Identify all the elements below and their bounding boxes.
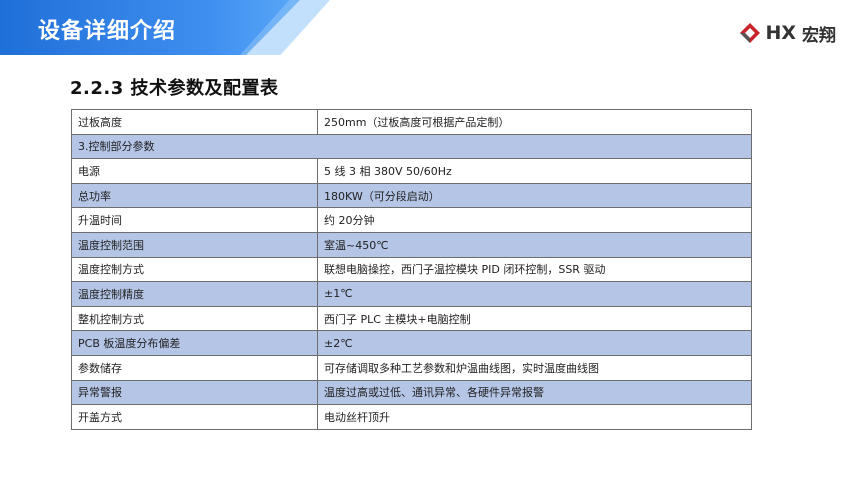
param-label-cell: 温度控制方式 (71, 256, 318, 283)
param-label-cell: 参数储存 (71, 354, 318, 381)
param-label-cell: 升温时间 (71, 207, 318, 233)
param-value-cell: 5 线 3 相 380V 50/60Hz (317, 158, 752, 184)
param-value-cell: 温度过高或过低、通讯异常、各硬件异常报警 (317, 379, 752, 406)
param-value-cell: 250mm（过板高度可根据产品定制） (317, 109, 752, 135)
section-title: 2.2.3 技术参数及配置表 (70, 78, 279, 99)
param-label-cell: 3.控制部分参数 (71, 133, 752, 160)
table-row: 参数储存 可存储调取多种工艺参数和炉温曲线图，实时温度曲线图 (71, 354, 752, 381)
table-row: 过板高度 250mm（过板高度可根据产品定制） (71, 109, 752, 135)
param-label-cell: 电源 (71, 158, 318, 184)
table-row: 升温时间约 20分钟 (71, 207, 752, 233)
company-logo: HX 宏翔 (739, 20, 836, 46)
param-value-cell: ±1℃ (317, 281, 752, 307)
param-label-cell: 开盖方式 (71, 404, 318, 430)
diamond-logo-icon (740, 23, 761, 43)
spec-table-body: 过板高度 250mm（过板高度可根据产品定制） 3.控制部分参数 电源 5 线 3 相 … (71, 109, 752, 430)
table-row: 开盖方式 电动丝杆顶升 (71, 404, 752, 430)
param-label-cell: 异常警报 (71, 379, 318, 406)
logo-chinese-text: 宏翔 (802, 25, 836, 46)
table-row: 电源 5 线 3 相 380V 50/60Hz (71, 158, 752, 184)
table-row: 3.控制部分参数 (71, 133, 752, 160)
param-label-cell: 温度控制范围 (71, 231, 318, 258)
param-label-cell: 总功率 (71, 182, 318, 209)
param-label-cell: 过板高度 (71, 109, 318, 135)
param-label-cell: PCB 板温度分布偏差 (71, 330, 318, 356)
spec-table: 过板高度 250mm（过板高度可根据产品定制） 3.控制部分参数 电源 5 线 3 相 … (71, 109, 752, 430)
table-row: PCB 板温度分布偏差 ±2℃ (71, 330, 752, 356)
table-row: 温度控制精度 ±1℃ (71, 281, 752, 307)
param-value-cell: 西门子 PLC 主模块+电脑控制 (317, 305, 752, 332)
page-title: 设备详细介绍 (38, 19, 177, 44)
param-label-cell: 整机控制方式 (71, 305, 318, 332)
param-value-cell: 室温~450℃ (317, 231, 752, 258)
logo-brand-text: HX (765, 22, 796, 44)
param-value-cell: 联想电脑操控，西门子温控模块 PID 闭环控制，SSR 驱动 (317, 256, 752, 283)
table-row: 温度控制范围 室温~450℃ (71, 231, 752, 258)
param-label-cell: 温度控制精度 (71, 281, 318, 307)
table-row: 总功率 180KW（可分段启动） (71, 182, 752, 209)
table-row: 异常警报 温度过高或过低、通讯异常、各硬件异常报警 (71, 379, 752, 406)
param-value-cell: 可存储调取多种工艺参数和炉温曲线图，实时温度曲线图 (317, 354, 752, 381)
param-value-cell: 约 20分钟 (317, 207, 752, 233)
table-row: 温度控制方式 联想电脑操控，西门子温控模块 PID 闭环控制，SSR 驱动 (71, 256, 752, 283)
table-row: 整机控制方式 西门子 PLC 主模块+电脑控制 (71, 305, 752, 332)
param-value-cell: 180KW（可分段启动） (317, 182, 752, 209)
param-value-cell: 电动丝杆顶升 (317, 404, 752, 430)
param-value-cell: ±2℃ (317, 330, 752, 356)
